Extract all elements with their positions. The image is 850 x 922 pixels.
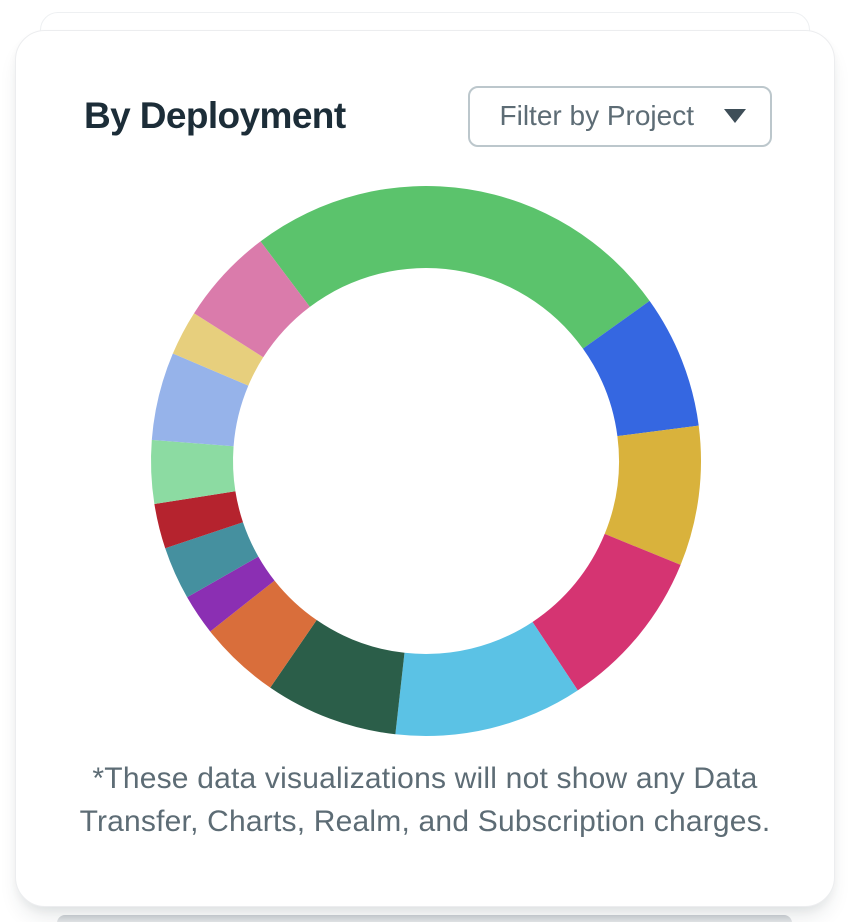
by-deployment-card: By Deployment Filter by Project *These d… <box>15 30 835 907</box>
footnote-line-1: *These data visualizations will not show… <box>92 762 757 795</box>
card-header: By Deployment Filter by Project <box>84 85 772 147</box>
filter-dropdown-label: Filter by Project <box>500 100 695 132</box>
chart-footnote: *These data visualizations will not show… <box>16 757 834 843</box>
page-background: By Deployment Filter by Project *These d… <box>0 0 850 922</box>
chevron-down-icon <box>724 109 746 123</box>
footnote-line-2: Transfer, Charts, Realm, and Subscriptio… <box>80 805 771 838</box>
page-title: By Deployment <box>84 95 346 137</box>
next-card-top-edge <box>57 915 792 922</box>
filter-by-project-dropdown[interactable]: Filter by Project <box>468 86 773 147</box>
deployment-donut-chart <box>146 181 706 741</box>
donut-chart-container <box>146 181 706 741</box>
donut-segment-green[interactable] <box>261 186 650 349</box>
